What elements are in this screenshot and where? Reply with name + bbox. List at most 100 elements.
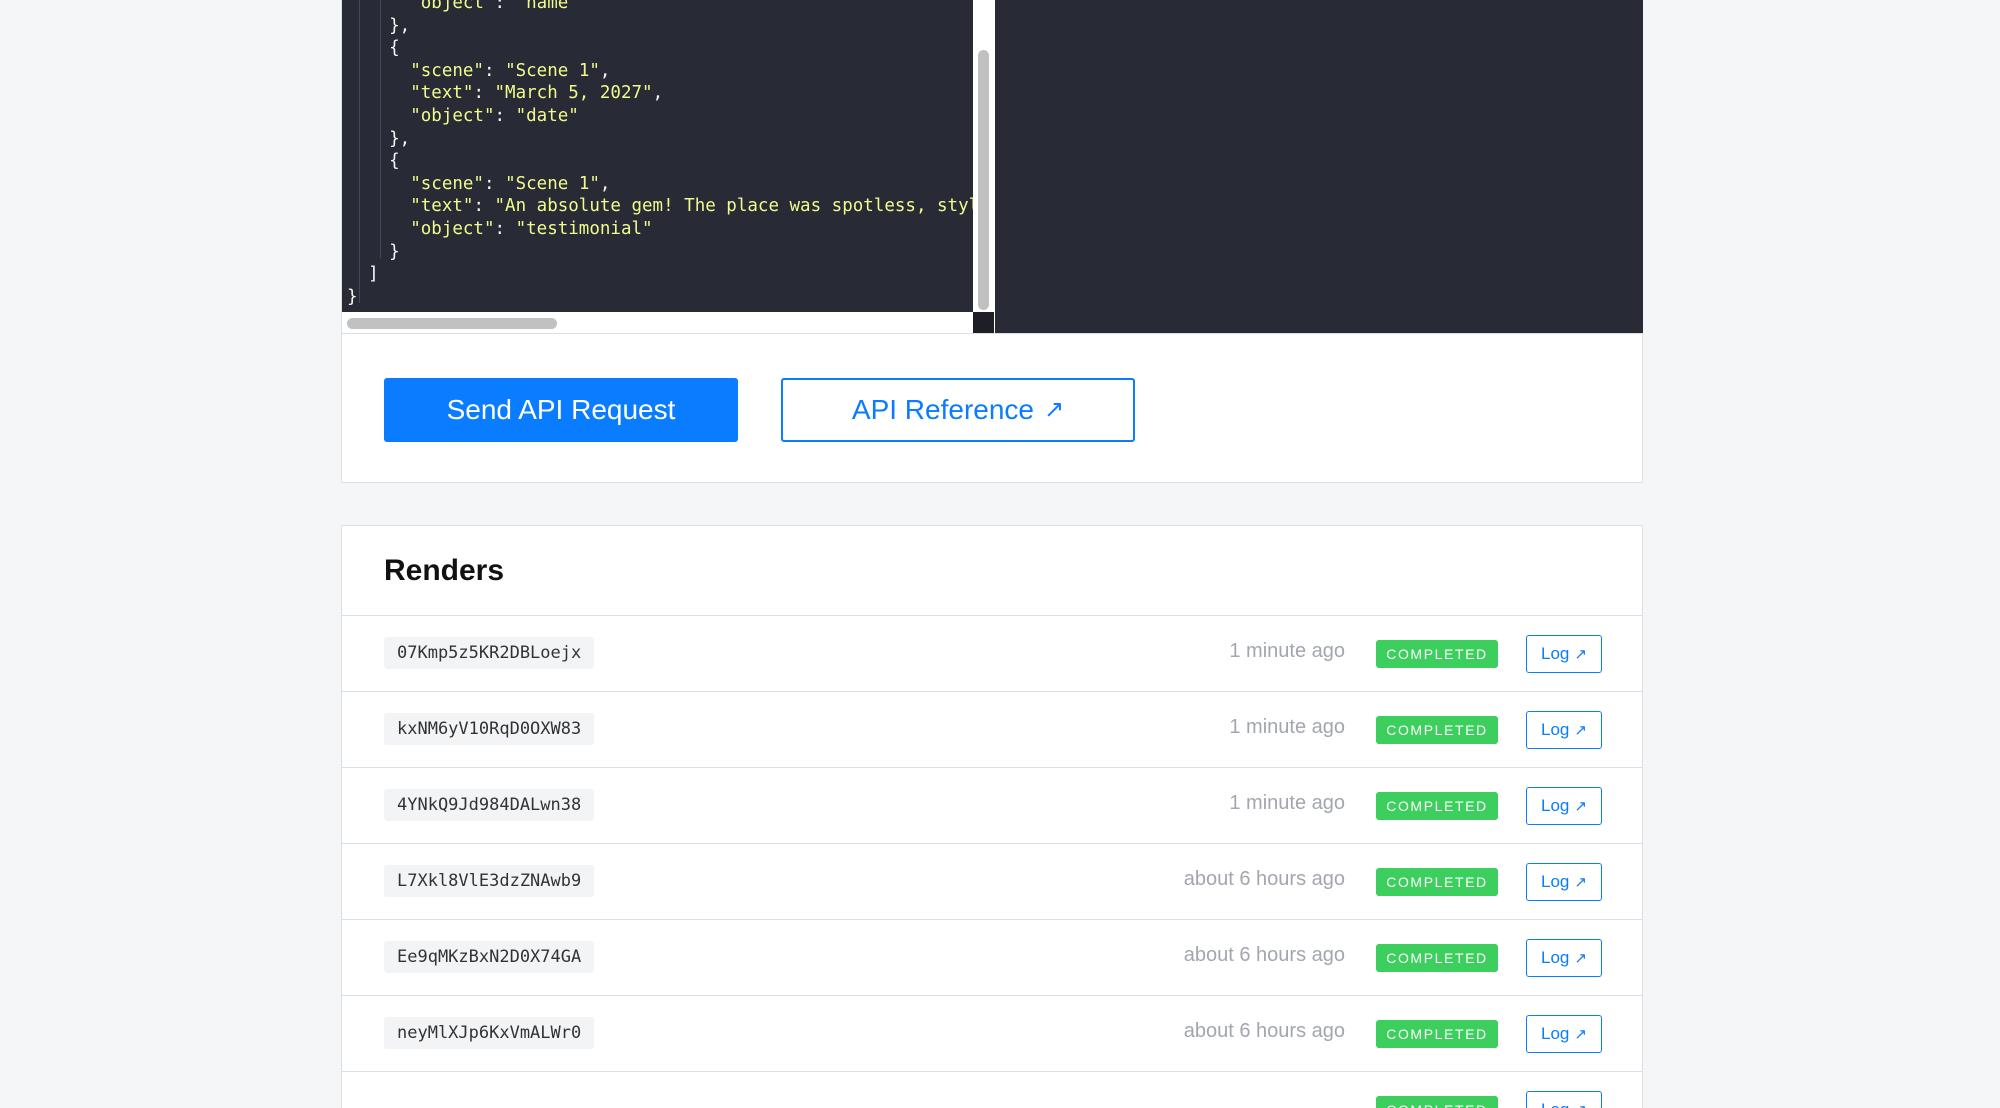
code-punctuation-token bbox=[347, 174, 410, 194]
render-list: 07Kmp5z5KR2DBLoejx 1 minute ago COMPLETED L… bbox=[342, 616, 1642, 1108]
code-line: } bbox=[347, 242, 400, 262]
code-string-token: "Scene 1" bbox=[505, 60, 600, 81]
code-string-token: "scene" bbox=[410, 173, 484, 194]
preview-pane bbox=[995, 0, 1643, 333]
render-time: about 6 hours ago bbox=[1183, 1020, 1345, 1042]
code-string-token: "scene" bbox=[410, 60, 484, 81]
status-badge: COMPLETED bbox=[1376, 640, 1498, 668]
json-editor[interactable]: "object": "name" }, { "scene": "Scene 1"… bbox=[342, 0, 974, 333]
api-reference-label: API Reference bbox=[851, 394, 1034, 425]
external-link-icon: ↗ bbox=[1574, 797, 1587, 815]
code-punctuation-token: : bbox=[483, 173, 506, 194]
json-code[interactable]: "object": "name" }, { "scene": "Scene 1"… bbox=[347, 0, 973, 308]
log-label: Log bbox=[1541, 720, 1570, 739]
code-line: { bbox=[347, 151, 400, 171]
code-line: }, bbox=[347, 129, 410, 149]
code-line: { bbox=[347, 38, 400, 58]
log-button[interactable]: Log↗ bbox=[1526, 711, 1602, 749]
code-punctuation-token: : bbox=[494, 218, 516, 239]
code-line: } bbox=[347, 287, 358, 307]
log-button[interactable]: Log↗ bbox=[1526, 1015, 1602, 1053]
render-time: 1 minute ago bbox=[1229, 716, 1345, 738]
external-link-icon: ↗ bbox=[1574, 873, 1587, 891]
render-id: 4YNkQ9Jd984DALwn38 bbox=[384, 789, 595, 821]
renders-title: Renders bbox=[384, 554, 505, 587]
log-button[interactable]: Log↗ bbox=[1526, 939, 1602, 977]
code-string-token: "testimonial" bbox=[515, 218, 653, 239]
code-punctuation-token bbox=[347, 219, 410, 239]
status-badge: COMPLETED bbox=[1376, 868, 1498, 896]
code-string-token: "text" bbox=[410, 196, 474, 217]
send-api-request-button[interactable]: Send API Request bbox=[384, 378, 738, 442]
external-link-icon: ↗ bbox=[1574, 721, 1587, 739]
code-string-token: "Scene 1" bbox=[505, 173, 600, 194]
log-label: Log bbox=[1541, 872, 1570, 891]
render-row: Ee9qMKzBxN2D0X74GA about 6 hours ago COMPL… bbox=[342, 920, 1642, 996]
code-punctuation-token: : bbox=[494, 0, 516, 13]
render-row: L7Xkl8VlE3dzZNAwb9 about 6 hours ago COMPL… bbox=[342, 844, 1642, 920]
code-line: "scene": "Scene 1", bbox=[347, 61, 610, 81]
render-id: L7Xkl8VlE3dzZNAwb9 bbox=[384, 865, 595, 897]
render-id: kxNM6yV10RqD0OXW83 bbox=[384, 713, 595, 745]
editor-card: "object": "name" }, { "scene": "Scene 1"… bbox=[341, 0, 1643, 483]
status-badge: COMPLETED bbox=[1376, 1096, 1498, 1108]
code-line: "object": "name" bbox=[347, 0, 579, 13]
render-id: Ee9qMKzBxN2D0X74GA bbox=[384, 941, 595, 973]
log-label: Log bbox=[1541, 1100, 1569, 1108]
code-line: "object": "testimonial" bbox=[347, 218, 653, 239]
code-string-token: "text" bbox=[410, 83, 474, 104]
external-link-icon: ↗ bbox=[1044, 396, 1065, 423]
code-punctuation-token: { bbox=[347, 151, 400, 172]
code-punctuation-token: } bbox=[347, 286, 358, 307]
api-reference-button[interactable]: API Reference ↗ bbox=[781, 378, 1135, 442]
code-punctuation-token bbox=[347, 106, 410, 126]
code-line: "object": "date" bbox=[347, 106, 579, 126]
status-badge: COMPLETED bbox=[1376, 1020, 1498, 1048]
render-time: about 6 hours ago bbox=[1183, 944, 1345, 966]
render-time: 1 minute ago bbox=[1229, 640, 1345, 662]
log-button[interactable]: Log↗ bbox=[1526, 635, 1602, 673]
render-time: 1 minute ago bbox=[1229, 792, 1345, 814]
renders-header: Renders bbox=[342, 526, 1642, 616]
code-punctuation-token bbox=[347, 83, 410, 103]
code-string-token: "object" bbox=[410, 218, 495, 239]
code-string-token: "March 5, 2027" bbox=[494, 83, 653, 104]
log-label: Log bbox=[1541, 796, 1570, 815]
code-string-token: "object" bbox=[410, 0, 495, 13]
renders-card: Renders 07Kmp5z5KR2DBLoejx 1 minute ago CO… bbox=[341, 525, 1643, 1108]
json-editor-content[interactable]: "object": "name" }, { "scene": "Scene 1"… bbox=[342, 0, 973, 312]
code-punctuation-token bbox=[347, 61, 410, 81]
code-punctuation-token: , bbox=[652, 83, 664, 104]
code-punctuation-token: , bbox=[599, 60, 611, 81]
code-punctuation-token: }, bbox=[347, 128, 411, 149]
code-line: ] bbox=[347, 264, 379, 284]
code-string-token: "An absolute gem! The place was spotless… bbox=[494, 196, 973, 217]
log-button[interactable]: Log↗ bbox=[1526, 863, 1602, 901]
code-punctuation-token: : bbox=[473, 196, 495, 217]
code-line: "scene": "Scene 1", bbox=[347, 174, 610, 194]
horizontal-scrollbar-thumb[interactable] bbox=[347, 318, 557, 329]
code-punctuation-token bbox=[347, 0, 410, 13]
code-string-token: "object" bbox=[410, 105, 495, 126]
code-punctuation-token: : bbox=[473, 83, 495, 104]
render-id: 07Kmp5z5KR2DBLoejx bbox=[384, 637, 595, 669]
log-label: Log bbox=[1541, 1024, 1570, 1043]
render-row: kxNM6yV10RqD0OXW83 1 minute ago COMPLETED L… bbox=[342, 692, 1642, 768]
status-badge: COMPLETED bbox=[1376, 716, 1498, 744]
render-row: 07Kmp5z5KR2DBLoejx 1 minute ago COMPLETED L… bbox=[342, 616, 1642, 692]
page: "object": "name" }, { "scene": "Scene 1"… bbox=[0, 0, 2000, 1108]
status-badge: COMPLETED bbox=[1376, 944, 1498, 972]
log-button[interactable]: Log↗ bbox=[1526, 787, 1602, 825]
external-link-icon: ↗ bbox=[1574, 949, 1587, 967]
code-string-token: "date" bbox=[515, 105, 579, 126]
log-label: Log bbox=[1541, 948, 1570, 967]
external-link-icon: ↗ bbox=[1574, 645, 1587, 663]
code-punctuation-token: { bbox=[347, 38, 400, 59]
vertical-scrollbar-thumb[interactable] bbox=[978, 50, 989, 310]
code-punctuation-token: }, bbox=[347, 15, 411, 36]
log-label: Log bbox=[1541, 644, 1570, 663]
code-line: "text": "March 5, 2027", bbox=[347, 83, 663, 103]
code-line: }, bbox=[347, 16, 410, 36]
code-punctuation-token bbox=[347, 196, 410, 216]
log-button[interactable]: Log↗ bbox=[1526, 1091, 1602, 1108]
